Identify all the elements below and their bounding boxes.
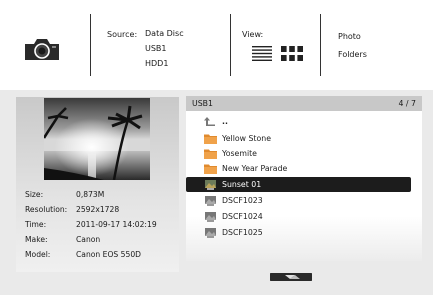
photo-file-icon xyxy=(205,180,216,190)
up-arrow-icon xyxy=(204,117,215,126)
header-bar: Source: Data Disc USB1 HDD1 View: Photo … xyxy=(0,0,433,88)
item-counter: 4 / 7 xyxy=(398,99,416,108)
view-label: View: xyxy=(242,30,264,39)
photo-file-icon xyxy=(205,228,216,238)
info-row-resolution: Resolution: 2592x1728 xyxy=(25,203,119,217)
list-item-label: Yellow Stone xyxy=(222,134,271,143)
folder-icon xyxy=(204,164,217,174)
list-item-photo[interactable]: DSCF1025 xyxy=(186,225,411,240)
info-value: Canon EOS 550D xyxy=(76,250,141,259)
header-divider xyxy=(230,14,231,76)
header-divider xyxy=(90,14,91,76)
current-source-title: USB1 xyxy=(192,99,213,108)
list-view-icon[interactable] xyxy=(252,46,272,61)
info-key: Size: xyxy=(25,190,44,199)
photo-thumbnail xyxy=(44,98,150,180)
file-list-header: USB1 4 / 7 xyxy=(186,96,422,111)
page-scroll-control[interactable] xyxy=(270,273,312,281)
grid-view-icon[interactable] xyxy=(281,46,303,61)
folder-icon xyxy=(204,149,217,159)
info-value: 0,873M xyxy=(76,190,105,199)
folder-icon xyxy=(204,134,217,144)
list-item-folder[interactable]: New Year Parade xyxy=(186,161,411,176)
info-value: 2592x1728 xyxy=(76,205,120,214)
list-item-photo[interactable]: DSCF1023 xyxy=(186,193,411,208)
photo-file-icon xyxy=(205,212,216,222)
parent-folder-row[interactable]: .. xyxy=(186,114,411,129)
list-item-photo-selected[interactable]: Sunset 01 xyxy=(186,177,411,192)
source-option-data-disc[interactable]: Data Disc xyxy=(145,26,184,41)
source-option-usb1[interactable]: USB1 xyxy=(145,41,184,56)
info-row-time: Time: 2011-09-17 14:02:19 xyxy=(25,218,157,232)
list-item-label: Sunset 01 xyxy=(222,180,262,189)
photo-file-icon xyxy=(205,196,216,206)
list-item-label: Yosemite xyxy=(222,149,257,158)
source-options: Data Disc USB1 HDD1 xyxy=(145,26,184,71)
header-divider xyxy=(320,14,321,76)
list-item-label: New Year Parade xyxy=(222,164,288,173)
camera-icon xyxy=(25,39,59,60)
info-key: Time: xyxy=(25,220,47,229)
list-item-label: DSCF1025 xyxy=(222,228,263,237)
option-folders[interactable]: Folders xyxy=(338,46,367,64)
source-option-hdd1[interactable]: HDD1 xyxy=(145,56,184,71)
info-key: Resolution: xyxy=(25,205,68,214)
option-photo[interactable]: Photo xyxy=(338,28,367,46)
info-row-make: Make: Canon xyxy=(25,233,100,247)
list-item-folder[interactable]: Yellow Stone xyxy=(186,131,411,146)
list-item-label: DSCF1023 xyxy=(222,196,263,205)
info-value: Canon xyxy=(76,235,101,244)
list-item-label: DSCF1024 xyxy=(222,212,263,221)
info-row-model: Model: Canon EOS 550D xyxy=(25,248,141,262)
info-key: Make: xyxy=(25,235,48,244)
list-item-photo[interactable]: DSCF1024 xyxy=(186,209,411,224)
parent-folder-label: .. xyxy=(222,117,228,126)
content-options: Photo Folders xyxy=(338,28,367,64)
list-item-folder[interactable]: Yosemite xyxy=(186,146,411,161)
source-label: Source: xyxy=(107,30,138,39)
info-row-size: Size: 0,873M xyxy=(25,188,104,202)
info-key: Model: xyxy=(25,250,51,259)
info-value: 2011-09-17 14:02:19 xyxy=(76,220,157,229)
